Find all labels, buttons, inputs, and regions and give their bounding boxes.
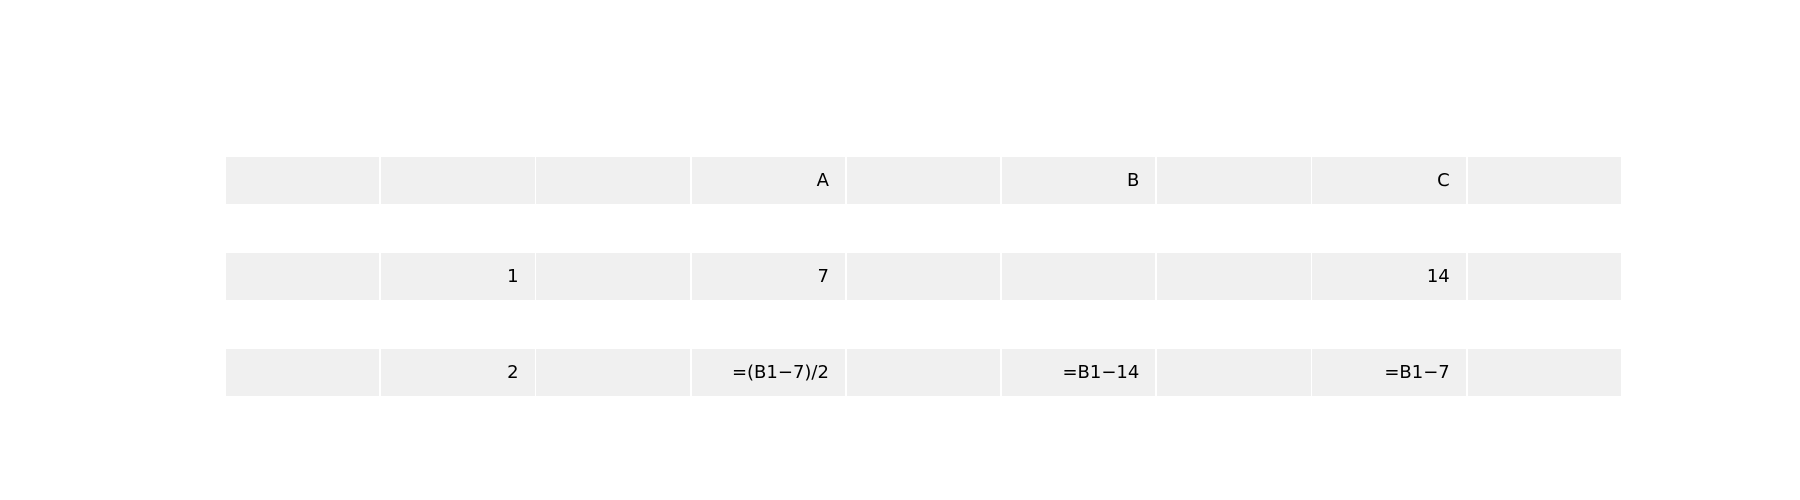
cell-a1[interactable]: 7: [691, 253, 845, 300]
table-row: A B C: [226, 157, 1621, 204]
table-cell[interactable]: [226, 253, 380, 300]
spreadsheet-grid: A B C 1 7 14 2 =(B1−7)/2 =B1−14 =B1−7: [226, 157, 1621, 396]
table-cell[interactable]: [226, 157, 380, 204]
table-cell[interactable]: [846, 253, 1001, 300]
table-cell[interactable]: [1467, 349, 1621, 396]
row-header-2[interactable]: 2: [381, 349, 535, 396]
table-cell[interactable]: [1467, 253, 1621, 300]
table-cell[interactable]: [226, 349, 380, 396]
table-cell[interactable]: [1157, 349, 1311, 396]
table-cell[interactable]: [1157, 157, 1311, 204]
cell-b1[interactable]: [1002, 253, 1156, 300]
table-cell[interactable]: [1157, 253, 1311, 300]
table-cell[interactable]: [381, 157, 535, 204]
cell-c1[interactable]: 14: [1312, 253, 1466, 300]
table-cell[interactable]: [846, 349, 1001, 396]
table-cell[interactable]: [536, 253, 690, 300]
table-row: 2 =(B1−7)/2 =B1−14 =B1−7: [226, 349, 1621, 396]
column-header-b[interactable]: B: [1002, 157, 1156, 204]
table-row: 1 7 14: [226, 253, 1621, 300]
table-cell[interactable]: [846, 157, 1001, 204]
column-header-a[interactable]: A: [691, 157, 845, 204]
cell-c2[interactable]: =B1−7: [1312, 349, 1466, 396]
table-cell[interactable]: [536, 349, 690, 396]
cell-b2[interactable]: =B1−14: [1002, 349, 1156, 396]
table-cell[interactable]: [536, 157, 690, 204]
cell-a2[interactable]: =(B1−7)/2: [691, 349, 845, 396]
table-cell[interactable]: [1467, 157, 1621, 204]
column-header-c[interactable]: C: [1312, 157, 1466, 204]
row-header-1[interactable]: 1: [381, 253, 535, 300]
